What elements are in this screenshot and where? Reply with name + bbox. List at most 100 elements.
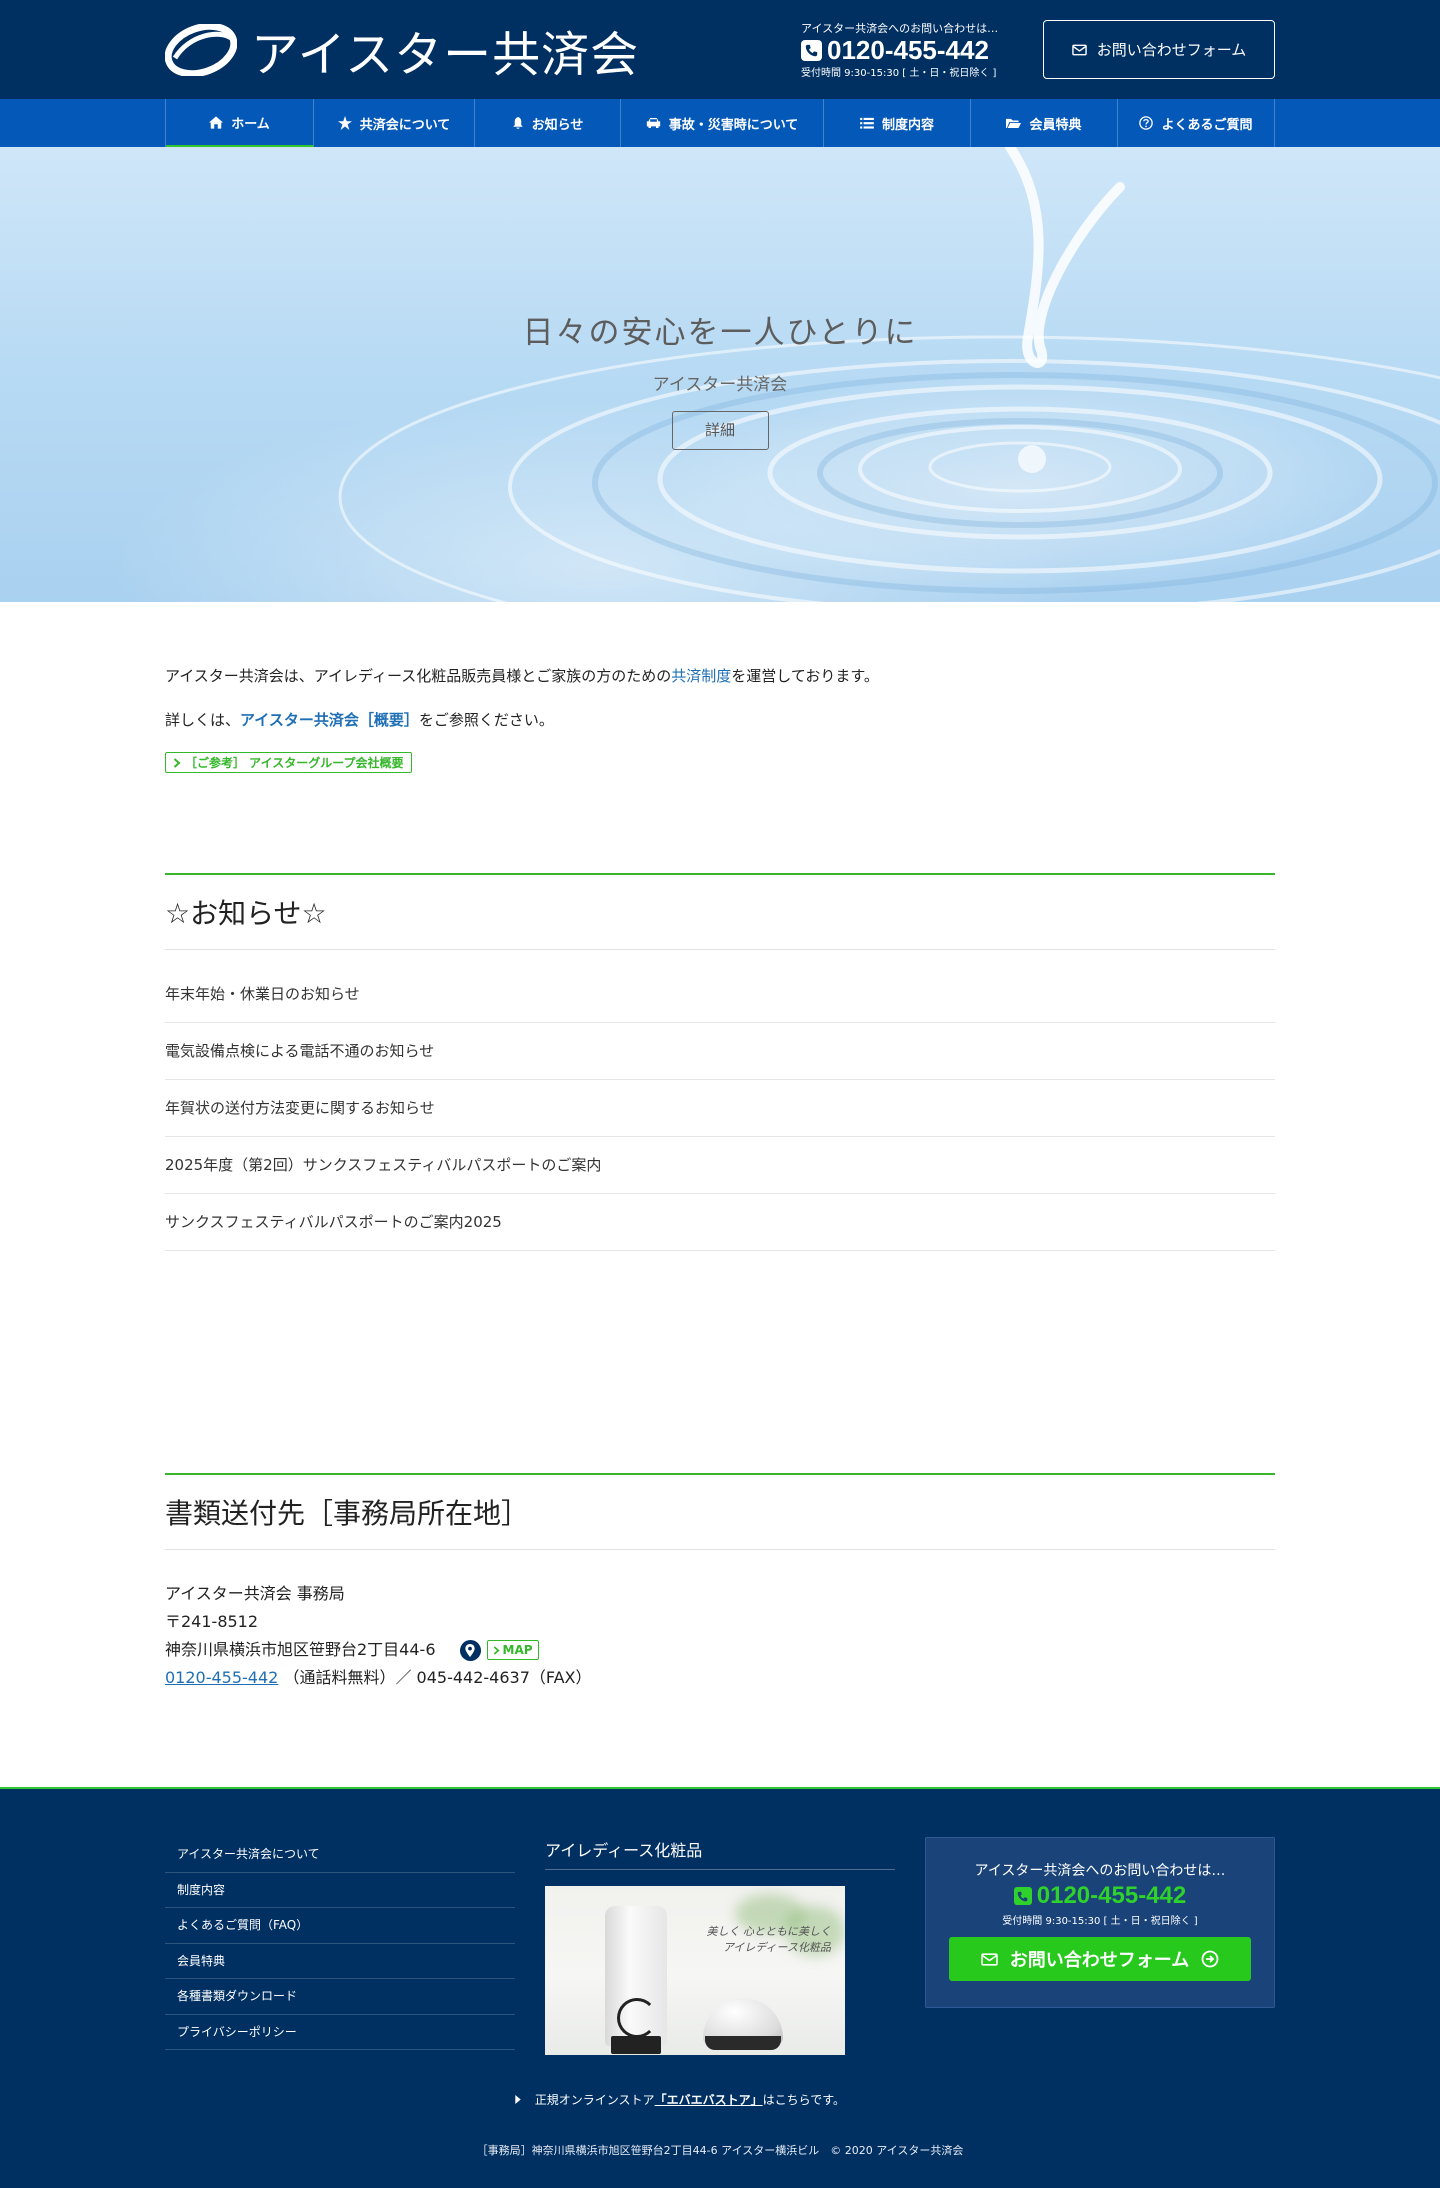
intro-text: を運営しております。 <box>731 667 879 685</box>
caret-right-icon <box>515 2095 521 2104</box>
news-item[interactable]: サンクスフェスティバルパスポートのご案内2025 <box>165 1194 1275 1251</box>
store-text: 正規オンラインストア <box>534 2093 655 2107</box>
footer-product: アイレディース化粧品 美しく 心とともに美しく アイレディース化粧品 <box>545 1837 895 2055</box>
office-phone-note: （通話料無料）／ 045-442-4637（FAX） <box>283 1668 592 1687</box>
header-contact-info: アイスター共済会へのお問い合わせは… 0120-455-442 受付時間 9:3… <box>801 20 1011 80</box>
intro-text: をご参照ください。 <box>418 711 554 729</box>
product-copy-line: アイレディース化粧品 <box>722 1941 831 1954</box>
contact-lead: アイスター共済会へのお問い合わせは… <box>801 21 999 35</box>
footer-contact-lead: アイスター共済会へのお問い合わせは… <box>974 1863 1226 1879</box>
product-copy-line: 美しく 心とともに美しく <box>706 1925 832 1938</box>
hero-banner: 日々の安心を一人ひとりに アイスター共済会 詳細 <box>0 147 1440 602</box>
main-content: アイスター共済会は、アイレディース化粧品販売員様とご家族の方のための共済制度を運… <box>0 602 1440 1692</box>
chevron-right-icon <box>173 757 181 768</box>
footer-contact-box: アイスター共済会へのお問い合わせは… 0120-455-442 受付時間 9:3… <box>925 1837 1275 2008</box>
nav-item-label: お知らせ <box>531 117 584 133</box>
logo-swirl-icon <box>165 23 237 76</box>
site-footer: アイスター共済会について 制度内容 よくあるご質問（FAQ） 会員特典 各種書類… <box>0 1787 1440 2188</box>
address-title: 書類送付先［事務局所在地］ <box>165 1473 1275 1550</box>
contact-form-button[interactable]: お問い合わせフォーム <box>1043 20 1275 79</box>
hero-detail-button[interactable]: 詳細 <box>671 411 769 450</box>
news-item[interactable]: 電気設備点検による電話不通のお知らせ <box>165 1023 1275 1080</box>
group-overview-button[interactable]: ［ご参考］ アイスターグループ会社概要 <box>165 752 412 773</box>
site-logo[interactable]: アイスター共済会 <box>165 15 639 85</box>
contact-hours: 受付時間 9:30-15:30 [ 土・日・祝日除く ] <box>801 68 997 80</box>
nav-item-label: ホーム <box>231 116 270 132</box>
footer-nav-item[interactable]: アイスター共済会について <box>165 1837 515 1873</box>
product-title: アイレディース化粧品 <box>545 1837 895 1870</box>
nav-item-system[interactable]: 制度内容 <box>824 99 971 147</box>
footer-nav-item[interactable]: プライバシーポリシー <box>165 2015 515 2050</box>
store-text: はこちらです。 <box>762 2093 846 2107</box>
news-list: 年末年始・休業日のお知らせ 電気設備点検による電話不通のお知らせ 年賀状の送付方… <box>165 966 1275 1251</box>
map-pin-icon[interactable] <box>459 1639 481 1661</box>
logo-text: アイスター共済会 <box>251 26 640 83</box>
home-icon <box>209 115 224 129</box>
group-overview-label: ［ご参考］ アイスターグループ会社概要 <box>185 756 404 770</box>
postal-code: 〒241-8512 <box>165 1612 259 1631</box>
copyright: ［事務局］神奈川県横浜市旭区笹野台2丁目44-6 アイスター横浜ビル © 202… <box>476 2144 964 2157</box>
overview-link[interactable]: アイスター共済会［概要］ <box>240 711 419 729</box>
list-icon <box>860 117 874 129</box>
office-name: アイスター共済会 事務局 <box>165 1584 345 1603</box>
intro-text: 詳しくは、 <box>165 711 241 729</box>
nav-item-accident[interactable]: 事故・災害時について <box>621 99 824 147</box>
mail-icon <box>1071 44 1087 55</box>
site-header: アイスター共済会 アイスター共済会へのお問い合わせは… 0120-455-442… <box>0 0 1440 99</box>
system-link[interactable]: 共済制度 <box>671 667 731 685</box>
bell-icon <box>512 116 523 129</box>
map-button[interactable]: MAP <box>486 1640 539 1660</box>
chevron-right-icon <box>493 1645 500 1655</box>
footer-contact-form-button[interactable]: お問い合わせフォーム <box>949 1937 1251 1981</box>
star-icon <box>337 116 352 130</box>
nav-item-label: よくあるご質問 <box>1161 117 1253 133</box>
nav-item-label: 制度内容 <box>881 117 934 133</box>
hero-subtitle: アイスター共済会 <box>652 375 788 395</box>
global-nav: ホーム 共済会について お知らせ 事故・災害時について 制度内容 会員特典 よく… <box>0 99 1440 147</box>
news-item[interactable]: 年末年始・休業日のお知らせ <box>165 966 1275 1023</box>
phone-icon <box>801 39 822 61</box>
nav-item-benefits[interactable]: 会員特典 <box>971 99 1118 147</box>
product-banner-image[interactable]: 美しく 心とともに美しく アイレディース化粧品 <box>545 1886 845 2055</box>
office-address: 神奈川県横浜市旭区笹野台2丁目44-6 <box>165 1640 436 1659</box>
nav-item-label: 事故・災害時について <box>668 117 799 133</box>
footer-nav-item[interactable]: よくあるご質問（FAQ） <box>165 1908 515 1944</box>
nav-item-home[interactable]: ホーム <box>166 99 314 147</box>
car-icon <box>646 118 660 128</box>
mail-icon <box>981 1952 998 1966</box>
header-phone-number: 0120-455-442 <box>827 34 989 65</box>
news-item[interactable]: 年賀状の送付方法変更に関するお知らせ <box>165 1080 1275 1137</box>
footer-nav-item[interactable]: 会員特典 <box>165 1944 515 1979</box>
contact-form-button-label: お問い合わせフォーム <box>1096 41 1247 59</box>
online-store-link[interactable]: 「エバエバストア」 <box>655 2093 763 2107</box>
footer-hours: 受付時間 9:30-15:30 [ 土・日・祝日除く ] <box>1002 1916 1198 1927</box>
question-circle-icon <box>1139 116 1154 130</box>
phone-icon <box>1013 1887 1032 1905</box>
news-title: ☆お知らせ☆ <box>165 873 1275 950</box>
footer-nav-item[interactable]: 各種書類ダウンロード <box>165 1979 515 2015</box>
folder-icon <box>1006 118 1022 128</box>
nav-item-news[interactable]: お知らせ <box>475 99 621 147</box>
intro-paragraph-2: 詳しくは、アイスター共済会［概要］をご参照ください。 <box>165 708 1275 732</box>
intro-paragraph-1: アイスター共済会は、アイレディース化粧品販売員様とご家族の方のための共済制度を運… <box>165 664 1275 688</box>
nav-item-faq[interactable]: よくあるご質問 <box>1118 99 1275 147</box>
address-section: 書類送付先［事務局所在地］ アイスター共済会 事務局 〒241-8512 神奈川… <box>165 1473 1275 1692</box>
footer-contact-form-label: お問い合わせフォーム <box>1009 1950 1190 1971</box>
hero-title: 日々の安心を一人ひとりに <box>522 315 918 351</box>
intro-text: アイスター共済会は、アイレディース化粧品販売員様とご家族の方のための <box>165 667 672 685</box>
footer-phone-number: 0120-455-442 <box>1036 1882 1187 1909</box>
footer-phone[interactable]: 0120-455-442 <box>926 1882 1274 1910</box>
news-item[interactable]: 2025年度（第2回）サンクスフェスティバルパスポートのご案内 <box>165 1137 1275 1194</box>
news-section: ☆お知らせ☆ 年末年始・休業日のお知らせ 電気設備点検による電話不通のお知らせ … <box>165 873 1275 1251</box>
online-store-line: 正規オンラインストア「エバエバストア」はこちらです。 <box>165 2091 1275 2108</box>
header-phone[interactable]: 0120-455-442 <box>801 36 1011 65</box>
intro-section: アイスター共済会は、アイレディース化粧品販売員様とご家族の方のための共済制度を運… <box>165 602 1275 773</box>
arrow-circle-right-icon <box>1201 1950 1219 1968</box>
nav-item-about[interactable]: 共済会について <box>314 99 475 147</box>
footer-nav-item[interactable]: 制度内容 <box>165 1873 515 1908</box>
footer-nav: アイスター共済会について 制度内容 よくあるご質問（FAQ） 会員特典 各種書類… <box>165 1837 515 2055</box>
nav-item-label: 共済会について <box>359 117 451 133</box>
map-button-label: MAP <box>502 1643 533 1657</box>
office-phone-link[interactable]: 0120-455-442 <box>165 1668 278 1687</box>
nav-item-label: 会員特典 <box>1029 117 1082 133</box>
